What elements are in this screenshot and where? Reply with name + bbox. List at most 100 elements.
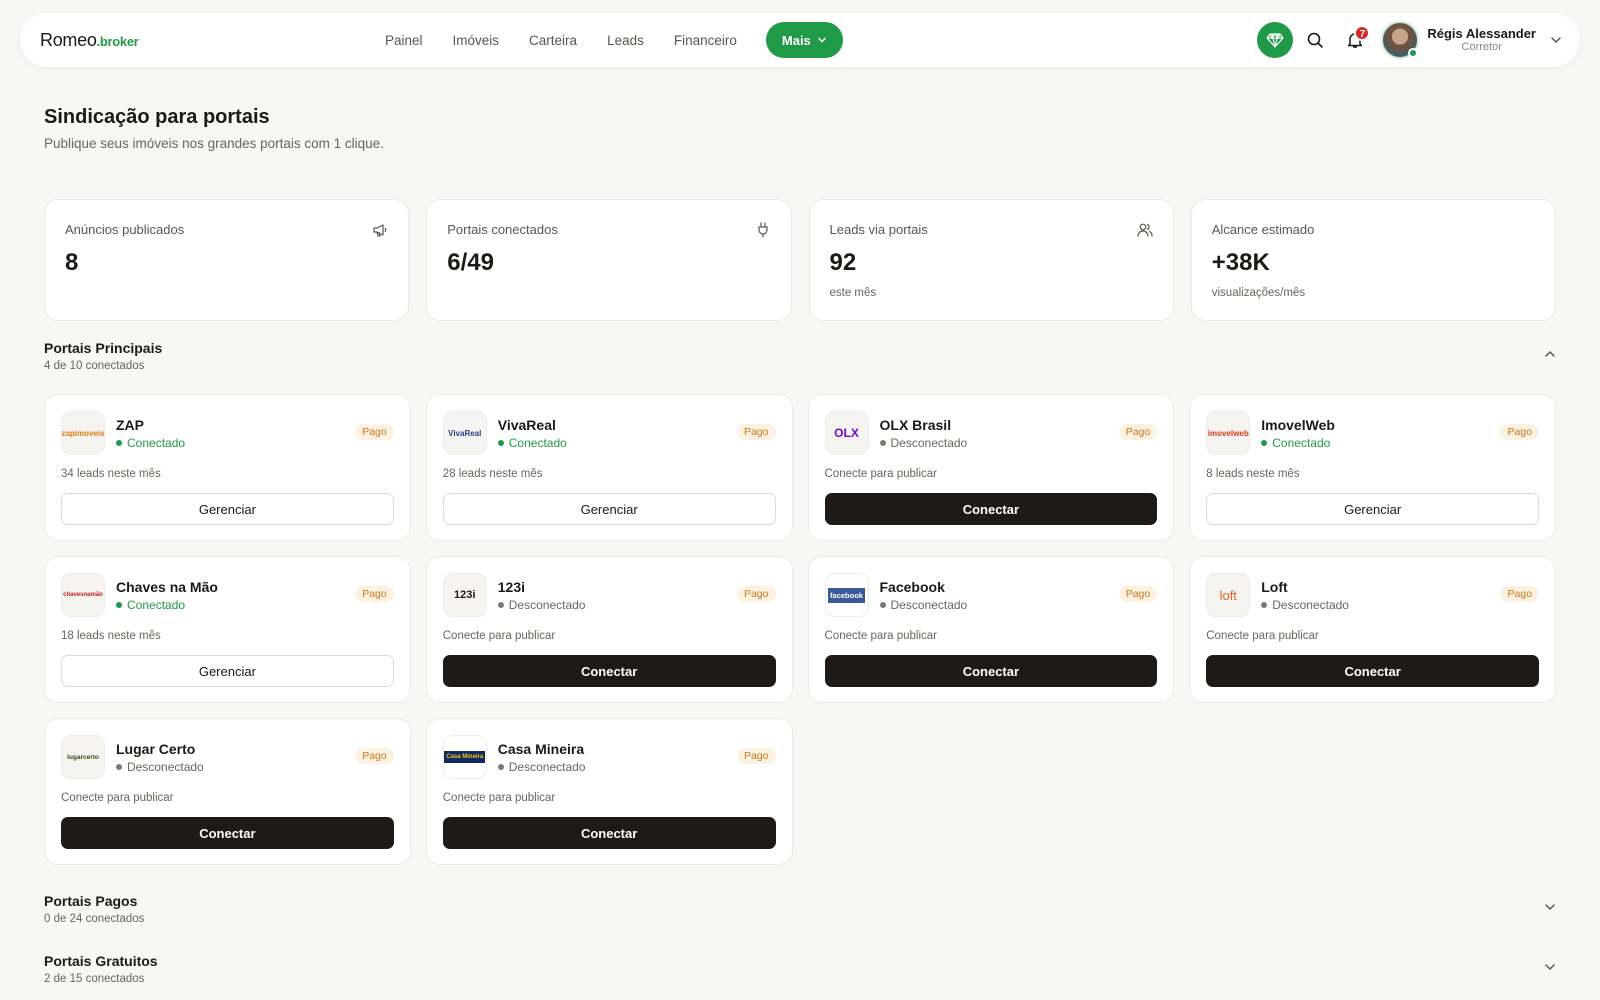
status-label: Desconectado bbox=[890, 598, 968, 612]
connect-button[interactable]: Conectar bbox=[824, 655, 1158, 687]
section-main-portals-header[interactable]: Portais Principais 4 de 10 conectados bbox=[44, 340, 1556, 372]
nav-link-painel[interactable]: Painel bbox=[385, 33, 423, 48]
section-paid-portals-header[interactable]: Portais Pagos 0 de 24 conectados bbox=[44, 893, 1556, 925]
chevron-down-icon[interactable] bbox=[1550, 34, 1562, 46]
portal-name: Casa Mineira bbox=[497, 741, 585, 757]
chevron-down-icon bbox=[818, 37, 826, 43]
users-icon bbox=[1137, 223, 1153, 237]
section-title: Portais Gratuitos bbox=[44, 953, 158, 969]
nav-link-imoveis[interactable]: Imóveis bbox=[453, 33, 500, 48]
stat-value: +38K bbox=[1211, 249, 1270, 276]
facebook-logo: facebook bbox=[824, 573, 869, 617]
connect-button[interactable]: Conectar bbox=[442, 817, 776, 849]
manage-button[interactable]: Gerenciar bbox=[61, 655, 394, 687]
connect-button[interactable]: Conectar bbox=[442, 655, 776, 687]
brand-suffix: .broker bbox=[96, 34, 139, 49]
portal-status: Conectado bbox=[497, 436, 567, 450]
status-dot bbox=[497, 602, 504, 608]
stat-note: este mês bbox=[829, 287, 877, 299]
status-dot bbox=[116, 440, 122, 446]
stat-card-leads: Leads via portais 92 este mês bbox=[808, 199, 1174, 321]
nav-link-leads[interactable]: Leads bbox=[607, 33, 644, 48]
status-label: Desconectado bbox=[508, 760, 586, 774]
portal-card-facebook: facebook Facebook Desconectado Pago Cone… bbox=[807, 556, 1175, 703]
status-label: Conectado bbox=[508, 436, 567, 450]
paid-badge: Pago bbox=[355, 748, 394, 764]
casa-mineira-logo: Casa Mineira bbox=[442, 735, 487, 779]
status-dot bbox=[1261, 602, 1268, 608]
search-button[interactable] bbox=[1297, 22, 1333, 58]
brand-logo[interactable]: Romeo.broker bbox=[40, 30, 139, 51]
section-free-portals-header[interactable]: Portais Gratuitos 2 de 15 conectados bbox=[44, 953, 1556, 985]
portal-name: VivaReal bbox=[497, 417, 556, 433]
status-dot bbox=[879, 602, 886, 608]
manage-button[interactable]: Gerenciar bbox=[442, 493, 776, 525]
connect-button[interactable]: Conectar bbox=[61, 817, 394, 849]
online-status-dot bbox=[1408, 48, 1419, 58]
section-title: Portais Pagos bbox=[44, 893, 138, 909]
status-dot bbox=[497, 440, 504, 446]
connect-button[interactable]: Conectar bbox=[824, 493, 1158, 525]
section-title: Portais Principais bbox=[44, 340, 163, 356]
paid-badge: Pago bbox=[1118, 424, 1158, 440]
portal-card-123i: 123i 123i Desconectado Pago Conecte para… bbox=[425, 556, 793, 703]
chaves-na-mao-logo: chavesnamão bbox=[61, 573, 105, 617]
paid-badge: Pago bbox=[355, 586, 394, 602]
stat-value: 8 bbox=[65, 249, 79, 276]
connect-button[interactable]: Conectar bbox=[1206, 655, 1539, 687]
notifications-button[interactable]: 7 bbox=[1337, 22, 1373, 58]
paid-badge: Pago bbox=[1500, 424, 1539, 440]
nav-actions: 7 Régis Alessander Corretor bbox=[1257, 13, 1562, 67]
chevron-down-icon[interactable] bbox=[1544, 961, 1556, 973]
zap-logo: zapimoveis bbox=[61, 411, 105, 455]
nav-link-financeiro[interactable]: Financeiro bbox=[674, 33, 737, 48]
user-menu[interactable]: Régis Alessander Corretor bbox=[1427, 26, 1536, 55]
notification-count-badge: 7 bbox=[1354, 25, 1371, 41]
portal-name: Facebook bbox=[879, 579, 945, 595]
chevron-up-icon[interactable] bbox=[1544, 348, 1556, 360]
status-dot bbox=[116, 602, 122, 608]
portal-note: 34 leads neste mês bbox=[61, 468, 161, 480]
portal-note: Conecte para publicar bbox=[1206, 630, 1319, 642]
avatar[interactable] bbox=[1381, 21, 1420, 59]
stat-label: Leads via portais bbox=[829, 222, 928, 237]
stat-card-ads: Anúncios publicados 8 bbox=[44, 199, 410, 321]
status-label: Desconectado bbox=[890, 436, 968, 450]
paid-badge: Pago bbox=[1118, 586, 1158, 602]
status-dot bbox=[879, 440, 886, 446]
status-label: Desconectado bbox=[508, 598, 586, 612]
portal-card-vivareal: VivaReal VivaReal Conectado Pago 28 lead… bbox=[425, 394, 793, 541]
portal-status: Desconectado bbox=[879, 436, 968, 450]
portal-note: 28 leads neste mês bbox=[442, 468, 543, 480]
user-name: Régis Alessander bbox=[1427, 25, 1536, 41]
portal-status: Desconectado bbox=[116, 760, 204, 774]
status-dot bbox=[116, 764, 122, 770]
portal-name: ZAP bbox=[116, 417, 144, 433]
status-dot bbox=[1261, 440, 1268, 446]
paid-badge: Pago bbox=[736, 424, 776, 440]
nav-link-carteira[interactable]: Carteira bbox=[529, 33, 577, 48]
top-navbar: Romeo.broker Painel Imóveis Carteira Lea… bbox=[20, 13, 1580, 67]
premium-button[interactable] bbox=[1257, 22, 1294, 58]
paid-badge: Pago bbox=[355, 424, 394, 440]
status-label: Conectado bbox=[127, 598, 186, 612]
portal-card-loft: loft Loft Desconectado Pago Conecte para… bbox=[1189, 556, 1556, 703]
page-subtitle: Publique seus imóveis nos grandes portai… bbox=[44, 136, 384, 151]
manage-button[interactable]: Gerenciar bbox=[1206, 493, 1539, 525]
portal-note: Conecte para publicar bbox=[824, 468, 938, 480]
paid-badge: Pago bbox=[736, 586, 776, 602]
stat-card-portals: Portais conectados 6/49 bbox=[426, 199, 792, 321]
portal-status: Conectado bbox=[116, 598, 185, 612]
lugar-certo-logo: lugarcerto bbox=[61, 735, 105, 779]
manage-button[interactable]: Gerenciar bbox=[61, 493, 394, 525]
more-menu-button[interactable]: Mais bbox=[765, 22, 843, 58]
portal-note: Conecte para publicar bbox=[824, 630, 938, 642]
portal-name: Loft bbox=[1261, 579, 1288, 595]
section-subtitle: 0 de 24 conectados bbox=[44, 913, 145, 925]
portal-status: Desconectado bbox=[497, 598, 586, 612]
chevron-down-icon[interactable] bbox=[1544, 901, 1556, 913]
vivareal-logo: VivaReal bbox=[442, 411, 487, 455]
page-title: Sindicação para portais bbox=[44, 106, 270, 128]
plug-icon bbox=[757, 222, 768, 238]
portal-status: Conectado bbox=[116, 436, 185, 450]
